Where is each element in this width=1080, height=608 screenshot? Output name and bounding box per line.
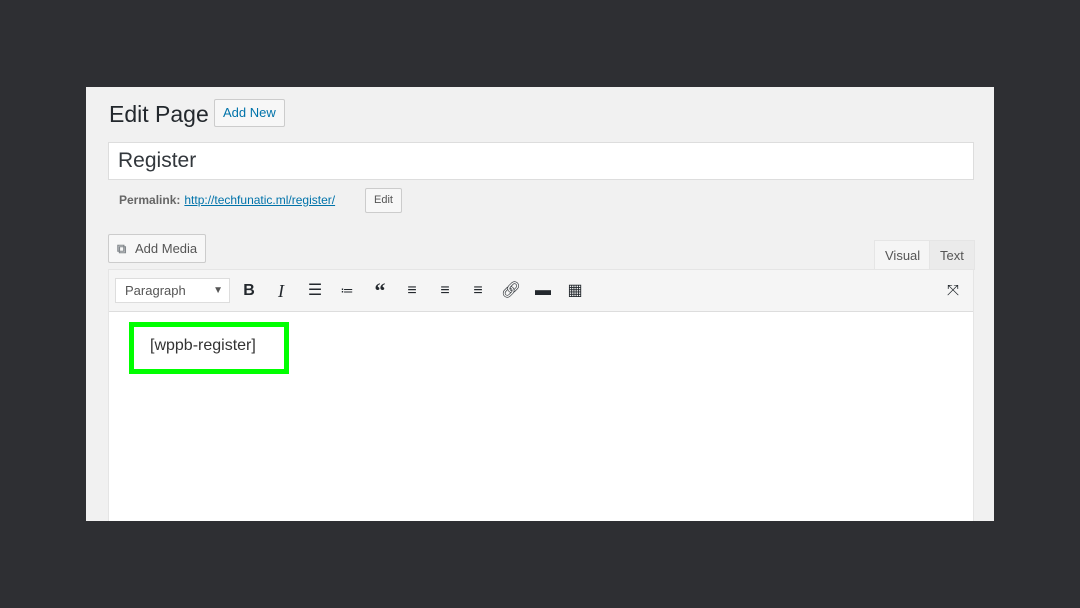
add-media-label: Add Media [135, 241, 198, 256]
format-select[interactable]: Paragraph ▼ [115, 278, 230, 303]
bold-icon[interactable]: B [237, 279, 261, 303]
permalink: Permalink: http://techfunatic.ml/register… [119, 193, 335, 207]
post-title-input[interactable]: Register [108, 142, 974, 180]
editor-toolbar: Paragraph ▼ B I ☰ ≔ “ ≡ ≡ ≡ 🔗︎ ▬ ▦ ⤧ [109, 270, 973, 312]
tab-visual[interactable]: Visual [874, 240, 932, 270]
read-more-icon[interactable]: ▬ [531, 279, 555, 303]
editor-content[interactable]: [wppb-register] [150, 337, 256, 355]
add-new-button[interactable]: Add New [214, 99, 285, 127]
permalink-link[interactable]: http://techfunatic.ml/register/ [184, 193, 335, 207]
page-title: Edit Page [109, 101, 209, 127]
blockquote-icon[interactable]: “ [368, 279, 392, 303]
media-icon: ⧉ [117, 241, 127, 256]
toolbar-toggle-icon[interactable]: ▦ [563, 279, 587, 303]
align-right-icon[interactable]: ≡ [466, 279, 490, 303]
add-media-button[interactable]: ⧉ Add Media [108, 234, 207, 263]
fullscreen-icon[interactable]: ⤧ [941, 279, 965, 303]
align-center-icon[interactable]: ≡ [433, 279, 457, 303]
numbered-list-icon[interactable]: ≔ [335, 279, 359, 303]
tab-text[interactable]: Text [929, 240, 975, 270]
chevron-down-icon: ▼ [213, 285, 223, 296]
align-left-icon[interactable]: ≡ [400, 279, 424, 303]
bullet-list-icon[interactable]: ☰ [303, 279, 327, 303]
italic-icon[interactable]: I [269, 279, 293, 303]
permalink-label: Permalink: [119, 193, 181, 207]
format-select-value: Paragraph [125, 283, 186, 298]
editor: Paragraph ▼ B I ☰ ≔ “ ≡ ≡ ≡ 🔗︎ ▬ ▦ ⤧ [wpp… [108, 269, 974, 521]
permalink-edit-button[interactable]: Edit [365, 188, 402, 213]
edit-page-panel: Edit Page Add New Register Permalink: htt… [86, 87, 994, 521]
link-icon[interactable]: 🔗︎ [499, 279, 523, 303]
highlighted-shortcode: [wppb-register] [129, 322, 289, 374]
